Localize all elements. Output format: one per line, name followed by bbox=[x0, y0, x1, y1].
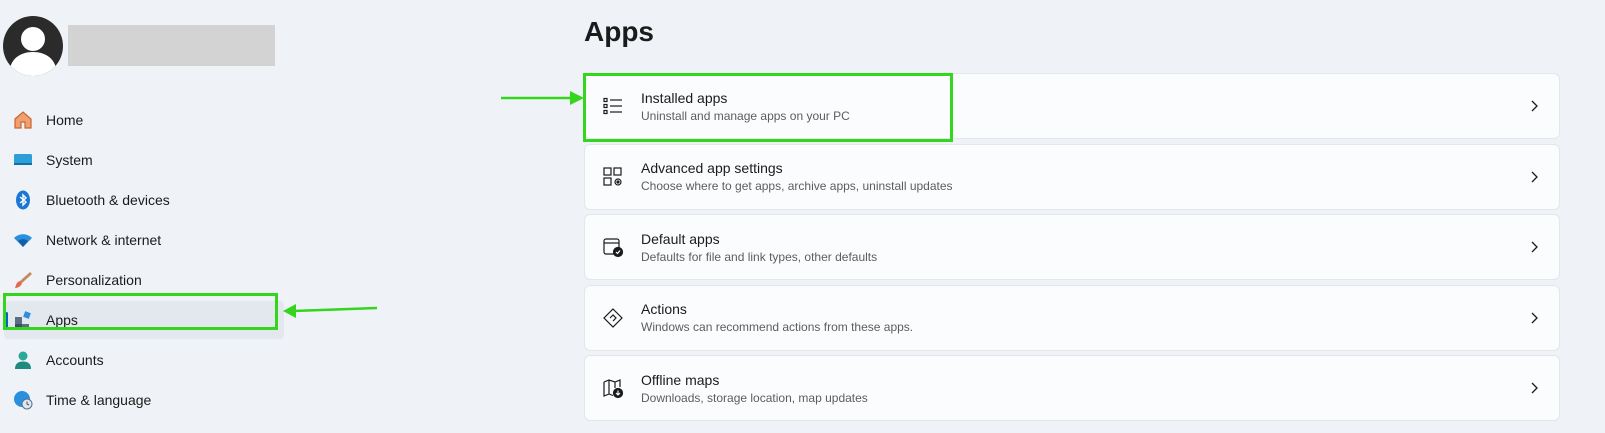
sidebar-item-label: Personalization bbox=[46, 272, 142, 288]
apps-gear-icon bbox=[601, 165, 625, 189]
default-apps-icon bbox=[601, 235, 625, 259]
sidebar-item-home[interactable]: Home bbox=[4, 101, 284, 139]
sidebar-item-label: Time & language bbox=[46, 392, 152, 408]
card-title: Actions bbox=[641, 301, 687, 317]
annotation-highlight-apps bbox=[3, 293, 278, 330]
card-default-apps[interactable]: Default apps Defaults for file and link … bbox=[584, 214, 1560, 280]
card-advanced-app-settings[interactable]: Advanced app settings Choose where to ge… bbox=[584, 143, 1560, 210]
sidebar-item-accounts[interactable]: Accounts bbox=[4, 341, 284, 379]
sidebar-item-network[interactable]: Network & internet bbox=[4, 221, 284, 259]
sidebar-item-label: Bluetooth & devices bbox=[46, 192, 170, 208]
wifi-icon bbox=[12, 229, 34, 251]
actions-icon bbox=[601, 306, 625, 330]
user-name-redacted bbox=[68, 25, 275, 66]
page-title: Apps bbox=[584, 16, 654, 47]
account-icon bbox=[12, 349, 34, 371]
monitor-icon bbox=[12, 149, 34, 171]
chevron-right-icon bbox=[1527, 311, 1541, 325]
sidebar: Home System Bluetooth & devices Network … bbox=[0, 0, 290, 433]
bluetooth-icon bbox=[12, 189, 34, 211]
chevron-right-icon bbox=[1527, 240, 1541, 254]
card-offline-maps[interactable]: Offline maps Downloads, storage location… bbox=[584, 355, 1560, 421]
sidebar-item-time-language[interactable]: Time & language bbox=[4, 381, 284, 419]
user-avatar[interactable] bbox=[3, 16, 63, 76]
globe-clock-icon bbox=[12, 389, 34, 411]
card-description: Downloads, storage location, map updates bbox=[641, 390, 868, 405]
sidebar-item-label: Home bbox=[46, 112, 84, 128]
sidebar-item-label: Network & internet bbox=[46, 232, 162, 248]
map-download-icon bbox=[601, 376, 625, 400]
chevron-right-icon bbox=[1527, 170, 1541, 184]
card-description: Choose where to get apps, archive apps, … bbox=[641, 179, 953, 193]
annotation-highlight-installed-apps bbox=[583, 73, 953, 142]
card-description: Defaults for file and link types, other … bbox=[641, 249, 878, 264]
annotation-arrow-left bbox=[283, 304, 378, 318]
card-actions[interactable]: Actions Windows can recommend actions fr… bbox=[584, 284, 1560, 351]
home-icon bbox=[12, 109, 34, 131]
card-title: Advanced app settings bbox=[641, 160, 783, 176]
sidebar-item-system[interactable]: System bbox=[4, 141, 284, 179]
sidebar-item-label: System bbox=[46, 152, 93, 168]
chevron-right-icon bbox=[1527, 381, 1541, 395]
brush-icon bbox=[12, 269, 34, 291]
card-title: Offline maps bbox=[641, 371, 720, 388]
sidebar-item-bluetooth[interactable]: Bluetooth & devices bbox=[4, 181, 284, 219]
sidebar-item-label: Accounts bbox=[46, 352, 104, 368]
card-description: Windows can recommend actions from these… bbox=[641, 320, 914, 334]
card-title: Default apps bbox=[641, 230, 720, 247]
person-icon bbox=[3, 16, 63, 76]
annotation-arrow-right bbox=[501, 91, 584, 105]
chevron-right-icon bbox=[1527, 99, 1541, 113]
sidebar-nav: Home System Bluetooth & devices Network … bbox=[4, 101, 284, 421]
